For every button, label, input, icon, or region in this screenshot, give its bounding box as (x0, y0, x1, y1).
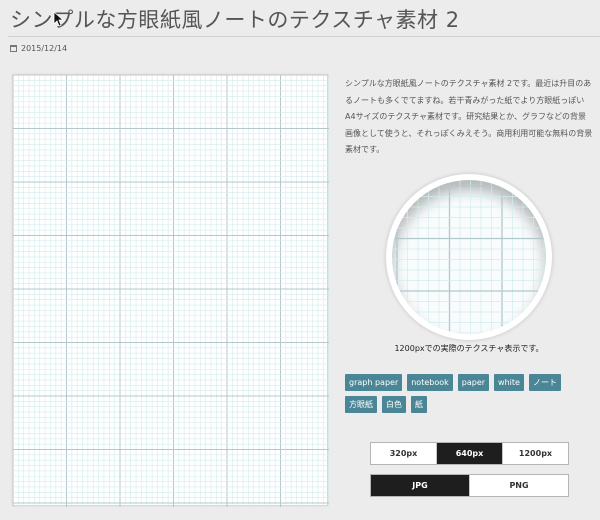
tag-graph-paper[interactable]: graph paper (345, 374, 403, 391)
texture-zoom-preview (386, 174, 552, 340)
post-date: 2015/12/14 (10, 44, 67, 53)
format-png-button[interactable]: PNG (469, 475, 568, 496)
page-title: シンプルな方眼紙風ノートのテクスチャ素材 2 (10, 8, 460, 32)
preview-caption: 1200pxでの実際のテクスチャ表示です。 (394, 344, 544, 353)
tag-white[interactable]: white (494, 374, 524, 391)
tag-paper[interactable]: paper (457, 374, 490, 391)
format-selector: JPG PNG (370, 474, 569, 497)
description-text: シンプルな方眼紙風ノートのテクスチャ素材 2です。最近は升目のあるノートも多くで… (345, 79, 593, 154)
calendar-icon (10, 45, 17, 52)
tag-list: graph paper notebook paper white ノート 方眼紙… (345, 374, 585, 413)
format-jpg-button[interactable]: JPG (371, 475, 469, 496)
zoomed-grid (392, 180, 546, 334)
tag-note[interactable]: ノート (528, 374, 561, 391)
tag-paper-ja[interactable]: 紙 (411, 396, 427, 413)
size-320-button[interactable]: 320px (371, 443, 436, 464)
tag-white-ja[interactable]: 白色 (382, 396, 406, 413)
tag-graph-paper-ja[interactable]: 方眼紙 (345, 396, 377, 413)
size-1200-button[interactable]: 1200px (502, 443, 568, 464)
graph-paper-grid (13, 75, 329, 507)
mouse-cursor-icon (53, 11, 63, 27)
texture-image[interactable] (12, 74, 329, 507)
size-640-button[interactable]: 640px (436, 443, 502, 464)
title-divider (8, 36, 600, 37)
zoom-lens (392, 180, 546, 334)
tag-notebook[interactable]: notebook (407, 374, 453, 391)
size-selector: 320px 640px 1200px (370, 442, 569, 465)
post-date-text: 2015/12/14 (21, 44, 68, 53)
